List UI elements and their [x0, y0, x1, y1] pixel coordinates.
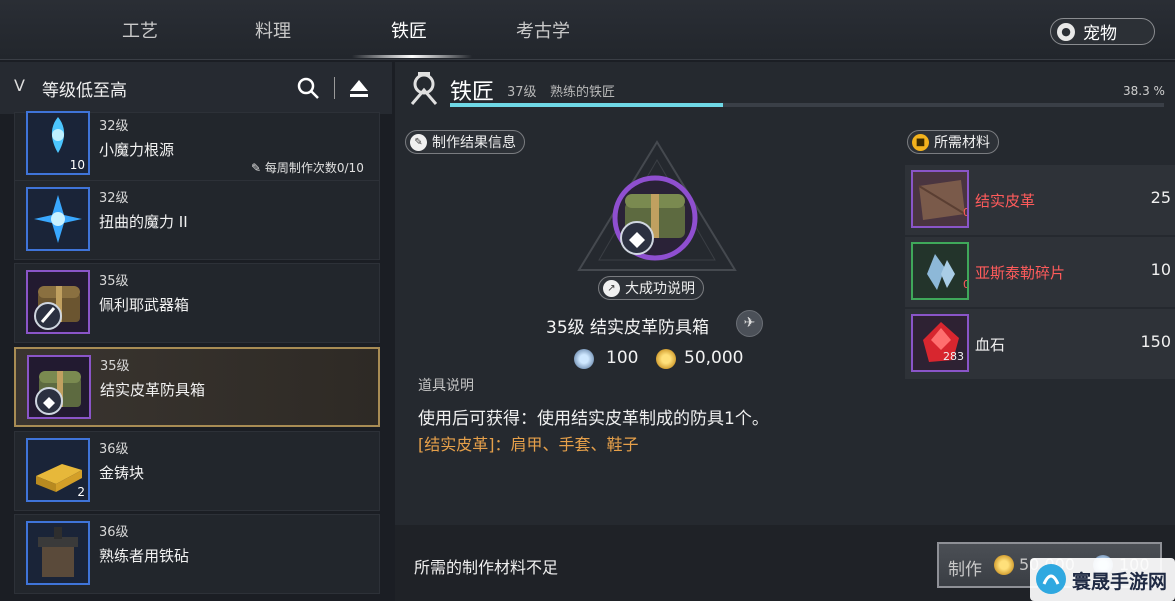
profession-title: 铁匠 [450, 80, 495, 105]
progress-percent: 38.3 % [1123, 84, 1165, 98]
item-emblem [575, 140, 740, 279]
item-icon [26, 187, 90, 251]
material-owned: 0 [963, 278, 967, 291]
craft-point-icon [574, 349, 594, 369]
material-icon: 283 [911, 314, 969, 372]
item-level: 32级 [99, 191, 129, 206]
material-row[interactable]: 0 亚斯泰勒碎片 10 [905, 237, 1175, 307]
paw-icon: ● [1057, 22, 1075, 41]
list-item[interactable]: 32级 扭曲的魔力 II [14, 180, 380, 260]
list-item-selected[interactable]: 35级 结实皮革防具箱 [14, 347, 380, 427]
experience-fill [450, 103, 724, 107]
blacksmith-icon [408, 70, 440, 110]
trend-up-icon: ↗ [603, 279, 620, 297]
item-icon: 10 [26, 111, 90, 175]
item-level: 36级 [99, 525, 129, 540]
profession-level: 37级 [507, 85, 537, 100]
gold-coin-icon [656, 349, 676, 369]
list-item[interactable]: 35级 佩利耶武器箱 [14, 263, 380, 343]
material-quantity: 25 [1150, 188, 1171, 207]
item-count: 10 [69, 158, 85, 172]
material-icon: 0 [911, 170, 969, 228]
item-name: 扭曲的魔力 II [99, 213, 188, 231]
item-icon [27, 355, 91, 419]
material-icon: ■ [912, 133, 929, 151]
material-row[interactable]: 283 血石 150 [905, 309, 1175, 379]
chevron-down-icon[interactable]: V [14, 76, 25, 95]
item-description-detail: [结实皮革]：肩甲、手套、鞋子 [418, 435, 639, 454]
material-quantity: 10 [1150, 260, 1171, 279]
material-quantity: 150 [1140, 332, 1171, 351]
materials-pill: ■ 所需材料 [907, 130, 999, 154]
cost-gold: 50,000 [684, 348, 744, 368]
material-name: 亚斯泰勒碎片 [975, 264, 1066, 282]
tab-crafting[interactable]: 工艺 [95, 0, 185, 60]
selected-item-name: 35级 结实皮革防具箱 [546, 318, 710, 338]
critical-success-button[interactable]: ↗ 大成功说明 [598, 276, 704, 300]
cost-points: 100 [606, 348, 639, 368]
materials-label: 所需材料 [934, 135, 990, 151]
active-tab-indicator [352, 55, 472, 58]
result-info-pill: ✎ 制作结果信息 [405, 130, 525, 154]
result-info-label: 制作结果信息 [432, 135, 516, 151]
weekly-limit: ✎ 每周制作次数0/10 [251, 161, 364, 175]
item-level: 35级 [100, 359, 130, 374]
insufficient-materials-message: 所需的制作材料不足 [414, 558, 559, 577]
item-name: 佩利耶武器箱 [99, 296, 190, 314]
item-level: 32级 [99, 119, 129, 134]
item-level: 36级 [99, 442, 129, 457]
material-row[interactable]: 0 结实皮革 25 [905, 165, 1175, 235]
item-name: 熟练者用铁砧 [99, 547, 190, 565]
experience-bar [450, 103, 1164, 107]
watermark-text: 寰晟手游网 [1072, 571, 1168, 593]
tab-blacksmith[interactable]: 铁匠 [364, 0, 454, 60]
sort-direction-icon[interactable] [348, 78, 370, 102]
item-name: 小魔力根源 [99, 141, 175, 159]
item-description-heading: 道具说明 [418, 378, 474, 394]
craft-button-label: 制作 [948, 560, 982, 580]
item-level: 35级 [99, 274, 129, 289]
item-description: 使用后可获得：使用结实皮革制成的防具1个。 [418, 409, 769, 429]
material-owned: 0 [963, 206, 967, 219]
tab-cooking[interactable]: 料理 [228, 0, 318, 60]
item-icon: 2 [26, 438, 90, 502]
divider [334, 77, 335, 99]
item-name: 结实皮革防具箱 [100, 381, 206, 399]
list-item[interactable]: 2 36级 金铸块 [14, 431, 380, 511]
item-name: 金铸块 [99, 464, 145, 482]
gold-coin-icon [994, 555, 1014, 575]
pet-button-label: 宠物 [1083, 24, 1117, 44]
profession-rank: 熟练的铁匠 [550, 85, 616, 100]
material-owned: 283 [943, 350, 964, 363]
item-count: 2 [77, 485, 85, 499]
list-item[interactable]: 36级 熟练者用铁砧 [14, 514, 380, 594]
pin-icon[interactable]: ✈ [736, 310, 763, 337]
item-icon [26, 270, 90, 334]
material-name: 血石 [975, 336, 1006, 354]
material-icon: 0 [911, 242, 969, 300]
critical-success-label: 大成功说明 [625, 281, 695, 297]
tab-archaeology[interactable]: 考古学 [498, 0, 588, 60]
search-icon[interactable] [296, 76, 320, 104]
watermark-logo: 寰晟手游网 [1030, 558, 1175, 601]
material-name: 结实皮革 [975, 192, 1036, 210]
item-icon [26, 521, 90, 585]
info-icon: ✎ [410, 133, 427, 151]
sort-dropdown[interactable]: 等级低至高 [42, 76, 127, 101]
pet-button[interactable]: ● 宠物 [1050, 18, 1155, 45]
